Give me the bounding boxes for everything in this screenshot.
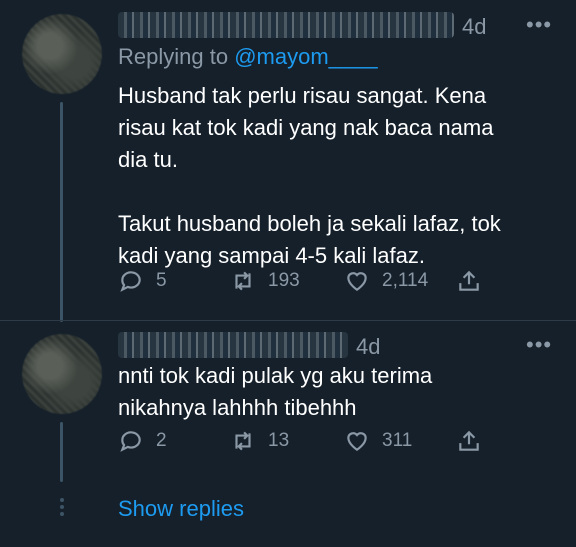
reply-icon [120, 271, 141, 292]
share-button[interactable] [456, 428, 482, 454]
avatar[interactable] [22, 14, 102, 94]
tweet-1[interactable]: 4d ••• Replying to @mayom____ Husband ta… [0, 0, 576, 322]
reply-button[interactable]: 5 [118, 268, 167, 294]
more-options-icon[interactable]: ••• [526, 12, 552, 38]
heart-icon [347, 432, 367, 451]
tweet-time[interactable]: 4d [462, 14, 486, 40]
thread-line [60, 422, 63, 482]
thread-line [60, 102, 63, 322]
reply-count: 2 [156, 430, 167, 451]
heart-icon [347, 272, 367, 291]
thread-dots [60, 498, 66, 516]
tweet-text: Husband tak perlu risau sangat. Kena ris… [118, 83, 501, 268]
reply-count: 5 [156, 270, 167, 291]
retweet-count: 193 [268, 270, 300, 291]
like-button[interactable]: 2,114 [344, 268, 428, 294]
share-icon [459, 430, 479, 451]
more-options-icon[interactable]: ••• [526, 332, 552, 358]
share-icon [459, 270, 479, 291]
retweet-icon [235, 271, 251, 291]
reply-button[interactable]: 2 [118, 428, 167, 454]
like-count: 2,114 [382, 270, 429, 291]
reply-icon [120, 431, 141, 452]
retweet-count: 13 [268, 430, 290, 451]
retweet-button[interactable]: 193 [230, 268, 300, 294]
replying-to-label: Replying to [118, 44, 235, 69]
author-name-redacted [118, 332, 348, 358]
tweet-2[interactable]: 4d ••• nnti tok kadi pulak yg aku terima… [0, 320, 576, 488]
like-count: 311 [382, 430, 413, 451]
replying-to: Replying to @mayom____ [118, 44, 378, 70]
tweet-text: nnti tok kadi pulak yg aku terima nikahn… [118, 363, 433, 420]
retweet-button[interactable]: 13 [230, 428, 289, 454]
share-button[interactable] [456, 268, 482, 294]
like-button[interactable]: 311 [344, 428, 412, 454]
avatar[interactable] [22, 334, 102, 414]
tweet-time[interactable]: 4d [356, 334, 380, 360]
replying-to-handle[interactable]: @mayom____ [234, 44, 377, 69]
author-name-redacted [118, 12, 454, 38]
show-replies-link[interactable]: Show replies [118, 496, 244, 522]
retweet-icon [235, 431, 251, 451]
